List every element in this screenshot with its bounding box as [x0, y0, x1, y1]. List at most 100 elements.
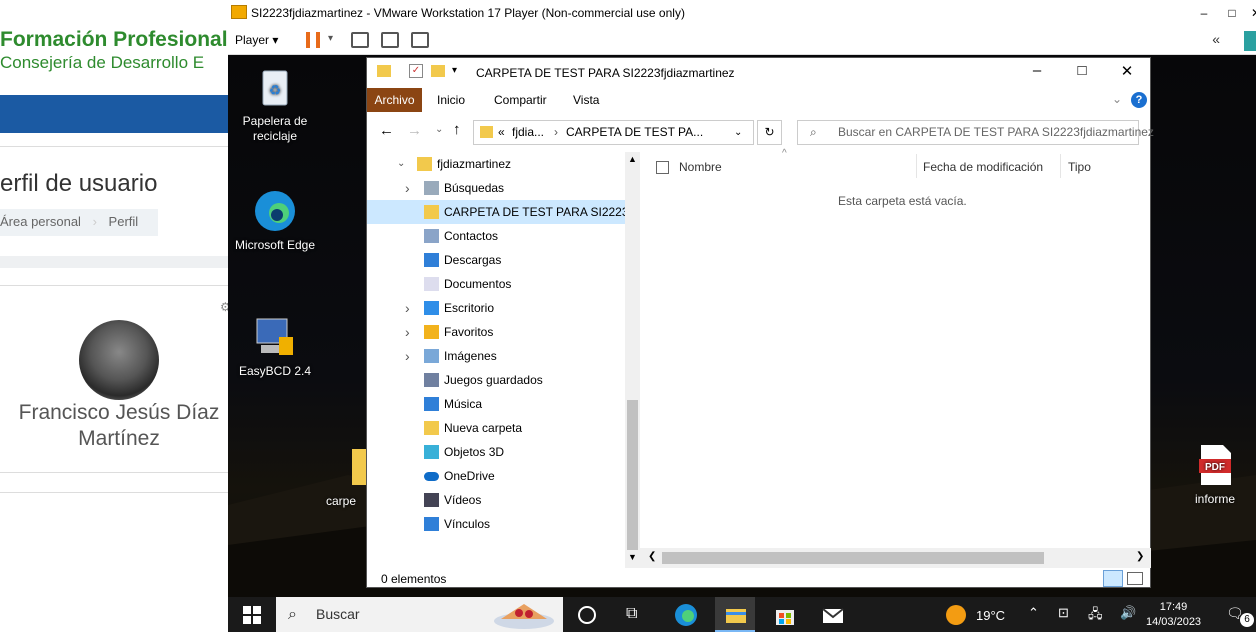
nav-item[interactable]: Vínculos — [367, 512, 625, 536]
desktop-icon-edge[interactable]: Microsoft Edge — [230, 189, 320, 253]
maximize-button[interactable]: □ — [1062, 62, 1102, 79]
taskbar-search-box[interactable]: ⌕ Buscar — [276, 597, 563, 632]
details-view-icon[interactable] — [1103, 570, 1123, 587]
close-button[interactable]: ✕ — [1107, 62, 1147, 80]
player-menu[interactable]: Player ▾ — [235, 33, 278, 47]
forward-arrow-icon[interactable]: → — [407, 122, 422, 139]
address-segment[interactable]: CARPETA DE TEST PA... — [566, 121, 703, 144]
minimize-button[interactable]: – — [1017, 62, 1057, 79]
new-folder-icon[interactable] — [431, 65, 445, 77]
large-icons-view-icon[interactable] — [1127, 572, 1143, 585]
scrollbar-thumb[interactable] — [662, 552, 1044, 564]
scroll-up-icon[interactable]: ▲ — [628, 154, 637, 164]
breadcrumb-home-link[interactable]: Área personal — [0, 214, 81, 229]
unity-icon[interactable] — [411, 32, 429, 48]
column-divider[interactable] — [1060, 154, 1061, 178]
pie-search-highlight-icon[interactable] — [489, 599, 559, 630]
up-arrow-icon[interactable]: ↑ — [453, 121, 461, 138]
nav-item[interactable]: Nueva carpeta — [367, 416, 625, 440]
chevron-right-icon[interactable]: › — [405, 344, 410, 368]
task-view-icon[interactable]: ⧉ — [626, 605, 650, 629]
minimize-button[interactable]: – — [1190, 0, 1218, 26]
tab-vista[interactable]: Vista — [573, 93, 599, 107]
nav-item[interactable]: Documentos — [367, 272, 625, 296]
column-header-date[interactable]: Fecha de modificación — [923, 160, 1043, 174]
nav-item[interactable]: CARPETA DE TEST PARA SI2223fjdiazmartine… — [367, 200, 625, 224]
recent-locations-icon[interactable]: ⌄ — [435, 124, 443, 135]
desktop-icon-recycle-bin[interactable]: ♻ Papelera de reciclaje — [230, 65, 320, 144]
nav-item[interactable]: Objetos 3D — [367, 440, 625, 464]
nav-item[interactable]: OneDrive — [367, 464, 625, 488]
nav-item[interactable]: Descargas — [367, 248, 625, 272]
library-icon[interactable] — [1244, 31, 1256, 51]
explorer-title: CARPETA DE TEST PARA SI2223fjdiazmartine… — [476, 66, 735, 80]
nav-vertical-scrollbar[interactable]: ▲ ▼ — [625, 152, 640, 568]
column-header-type[interactable]: Tipo — [1068, 160, 1091, 174]
expand-ribbon-icon[interactable]: ⌄ — [1112, 92, 1122, 106]
chevron-right-icon[interactable]: › — [405, 320, 410, 344]
downloads-icon — [424, 253, 439, 267]
horizontal-scrollbar[interactable]: ❮ ❯ — [640, 548, 1151, 568]
nav-item[interactable]: Contactos — [367, 224, 625, 248]
mail-icon[interactable] — [821, 603, 845, 627]
chevron-right-icon[interactable]: › — [405, 176, 410, 200]
show-hidden-icons-icon[interactable]: ⌃ — [1028, 605, 1039, 621]
nav-item[interactable]: › Favoritos — [367, 320, 625, 344]
nav-item[interactable]: Música — [367, 392, 625, 416]
desktop-icon-informe[interactable]: PDF informe — [1170, 443, 1256, 507]
temperature[interactable]: 19°C — [976, 608, 1005, 623]
saved-games-icon — [424, 373, 439, 387]
vmware-tools-icon[interactable]: ⊡ — [1058, 605, 1069, 621]
nav-root[interactable]: ⌄ fjdiazmartinez — [367, 152, 625, 176]
send-ctrl-alt-del-icon[interactable] — [351, 32, 369, 48]
refresh-button[interactable]: ↻ — [757, 120, 782, 145]
volume-icon[interactable]: 🔊 — [1120, 605, 1136, 621]
address-bar[interactable]: « fjdia... › CARPETA DE TEST PA... ⌄ — [473, 120, 754, 145]
nav-item-label: Vídeos — [444, 493, 482, 507]
clock[interactable]: 17:49 14/03/2023 — [1146, 600, 1201, 630]
gear-icon[interactable]: ⚙ — [220, 300, 228, 314]
search-input[interactable]: ⌕ Buscar en CARPETA DE TEST PARA SI2223f… — [797, 120, 1154, 145]
tab-inicio[interactable]: Inicio — [437, 93, 465, 107]
address-dropdown-icon[interactable]: ⌄ — [734, 121, 742, 144]
chevron-down-icon[interactable]: ⌄ — [397, 152, 405, 176]
chevron-down-icon[interactable]: ▾ — [328, 33, 333, 44]
store-icon[interactable] — [773, 603, 797, 627]
collapse-icon[interactable]: « — [1212, 31, 1220, 47]
close-button[interactable]: ✕ — [1242, 0, 1256, 26]
page-title: erfil de usuario — [0, 170, 158, 197]
select-all-checkbox[interactable] — [656, 161, 669, 174]
back-arrow-icon[interactable]: ← — [379, 122, 394, 139]
nav-item[interactable]: › Imágenes — [367, 344, 625, 368]
column-header-name[interactable]: Nombre — [679, 160, 722, 174]
column-divider[interactable] — [916, 154, 917, 178]
scrollbar-thumb[interactable] — [627, 400, 638, 550]
windows-start-icon[interactable] — [243, 606, 261, 624]
nav-item[interactable]: Vídeos — [367, 488, 625, 512]
quick-access-dropdown-icon[interactable]: ▾ — [452, 65, 457, 76]
chevron-right-icon[interactable]: › — [405, 296, 410, 320]
edge-icon[interactable] — [674, 603, 698, 627]
tab-archivo[interactable]: Archivo — [367, 88, 422, 112]
clock-date: 14/03/2023 — [1146, 616, 1202, 628]
nav-item[interactable]: Juegos guardados — [367, 368, 625, 392]
nav-item[interactable]: › Búsquedas — [367, 176, 625, 200]
scroll-right-icon[interactable]: ❯ — [1136, 551, 1144, 562]
divider — [0, 492, 228, 493]
properties-check-icon[interactable]: ✓ — [409, 64, 423, 78]
desktop-icon-folder[interactable]: carpe — [326, 445, 366, 509]
full-screen-icon[interactable] — [381, 32, 399, 48]
scroll-down-icon[interactable]: ▼ — [628, 552, 637, 562]
tab-compartir[interactable]: Compartir — [494, 93, 547, 107]
help-icon[interactable]: ? — [1131, 92, 1147, 108]
scroll-left-icon[interactable]: ❮ — [648, 551, 656, 562]
address-overflow[interactable]: « — [498, 121, 505, 144]
network-icon[interactable]: 🖧 — [1088, 605, 1103, 627]
nav-item[interactable]: › Escritorio — [367, 296, 625, 320]
weather-sun-icon[interactable] — [946, 605, 966, 625]
address-segment[interactable]: fjdia... — [512, 121, 544, 144]
breadcrumb-profile-link[interactable]: Perfil — [109, 214, 139, 229]
pause-icon[interactable] — [306, 32, 320, 48]
desktop-icon-easybcd[interactable]: EasyBCD 2.4 — [230, 315, 320, 379]
cortana-icon[interactable] — [578, 606, 596, 624]
